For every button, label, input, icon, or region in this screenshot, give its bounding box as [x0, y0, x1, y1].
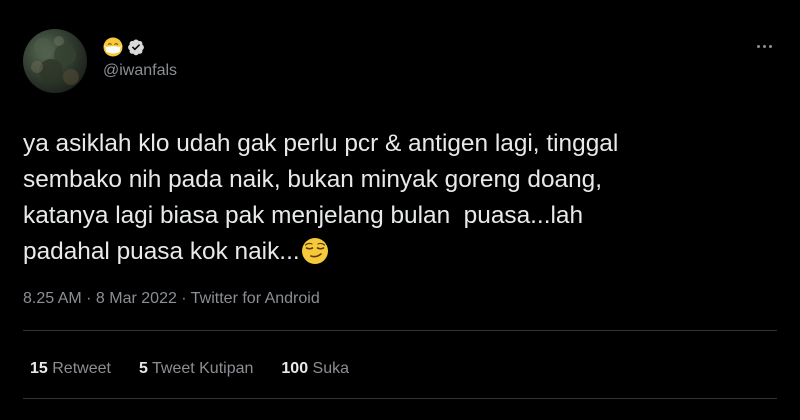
face-with-medical-mask-emoji: [103, 37, 123, 57]
tweet-line: sembako nih pada naik, bukan minyak gore…: [23, 166, 602, 193]
retweets-label: Retweet: [47, 360, 111, 377]
dot: [762, 44, 766, 48]
tweet-line: ya asiklah klo udah gak perlu pcr & anti…: [23, 130, 619, 157]
divider: [23, 330, 777, 331]
display-name[interactable]: [103, 36, 145, 58]
tweet-card: @iwanfals ya asiklah klo udah gak perlu …: [0, 0, 800, 420]
quote-tweets-count: 5: [138, 360, 148, 377]
more-options-icon[interactable]: [752, 38, 776, 54]
smirking-face-emoji: [301, 238, 328, 264]
tweet-text: ya asiklah klo udah gak perlu pcr & anti…: [23, 126, 783, 270]
likes-count: 100: [281, 360, 309, 377]
tweet-timestamp[interactable]: 8.25 AM · 8 Mar 2022 · Twitter for Andro…: [23, 290, 320, 308]
dot: [756, 44, 760, 48]
likes-stat[interactable]: 100 Suka: [281, 360, 349, 378]
avatar-image: [31, 36, 79, 85]
dot: [768, 44, 772, 48]
quote-tweets-stat[interactable]: 5 Tweet Kutipan: [139, 360, 253, 378]
quote-tweets-label: Tweet Kutipan: [147, 360, 254, 377]
divider: [23, 398, 777, 399]
retweets-count: 15: [30, 360, 48, 377]
retweets-stat[interactable]: 15 Retweet: [30, 360, 111, 378]
likes-label: Suka: [308, 360, 350, 377]
engagement-stats: 15 Retweet 5 Tweet Kutipan 100 Suka: [30, 360, 349, 378]
tweet-line: padahal puasa kok naik...: [23, 238, 300, 265]
user-handle[interactable]: @iwanfals: [103, 62, 177, 80]
verified-badge-icon: [128, 39, 144, 56]
tweet-line: katanya lagi biasa pak menjelang bulan p…: [23, 202, 584, 229]
avatar[interactable]: [23, 29, 87, 93]
